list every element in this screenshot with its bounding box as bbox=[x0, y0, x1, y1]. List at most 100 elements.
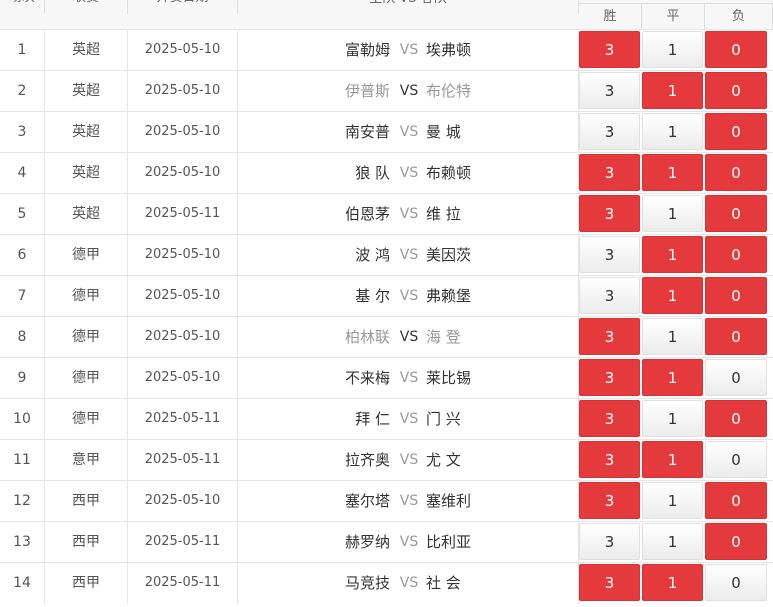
lose-option[interactable]: 0 bbox=[705, 359, 767, 396]
draw-option[interactable]: 1 bbox=[642, 400, 703, 437]
column-divider bbox=[44, 440, 45, 481]
lose-option[interactable]: 0 bbox=[705, 564, 767, 601]
column-divider bbox=[578, 194, 579, 235]
lose-option[interactable]: 0 bbox=[705, 482, 767, 519]
away-team: 社 会 bbox=[426, 574, 461, 592]
draw-option[interactable]: 1 bbox=[642, 523, 703, 560]
header-league: 联赛 bbox=[45, 0, 128, 14]
match-league: 英超 bbox=[72, 206, 100, 222]
match-league: 德甲 bbox=[72, 247, 100, 263]
column-divider bbox=[44, 276, 45, 317]
draw-option[interactable]: 1 bbox=[642, 195, 703, 232]
draw-option[interactable]: 1 bbox=[642, 564, 703, 601]
draw-option[interactable]: 1 bbox=[642, 277, 703, 314]
home-team: 马竞技 bbox=[344, 574, 390, 592]
win-option[interactable]: 3 bbox=[579, 72, 640, 109]
win-option[interactable]: 3 bbox=[579, 482, 640, 519]
vs-label: VS bbox=[399, 247, 419, 263]
draw-option[interactable]: 1 bbox=[642, 113, 703, 150]
match-row: 4 英超 2025-05-10 狼 队 VS 布赖顿 3 1 0 bbox=[0, 152, 773, 194]
lose-option[interactable]: 0 bbox=[705, 400, 767, 437]
match-league: 西甲 bbox=[72, 493, 100, 509]
column-divider bbox=[127, 194, 128, 235]
draw-option[interactable]: 1 bbox=[642, 359, 703, 396]
column-divider bbox=[127, 563, 128, 604]
match-league: 西甲 bbox=[72, 534, 100, 550]
column-divider bbox=[127, 399, 128, 440]
column-divider bbox=[578, 30, 579, 71]
win-option[interactable]: 3 bbox=[579, 441, 640, 478]
header-match: 主队 VS 客队 bbox=[238, 0, 579, 14]
column-divider bbox=[44, 194, 45, 235]
match-row: 2 英超 2025-05-10 伊普斯 VS 布伦特 3 1 0 bbox=[0, 70, 773, 112]
column-divider bbox=[127, 71, 128, 112]
header-index: 场次 bbox=[0, 0, 45, 14]
home-team: 柏林联 bbox=[344, 328, 390, 346]
match-date: 2025-05-10 bbox=[144, 493, 221, 508]
draw-option[interactable]: 1 bbox=[642, 236, 703, 273]
win-option[interactable]: 3 bbox=[579, 400, 640, 437]
lose-option[interactable]: 0 bbox=[705, 72, 767, 109]
column-divider bbox=[237, 30, 238, 71]
draw-option[interactable]: 1 bbox=[642, 154, 703, 191]
draw-option[interactable]: 1 bbox=[642, 482, 703, 519]
match-league: 英超 bbox=[72, 165, 100, 181]
match-row: 5 英超 2025-05-11 伯恩茅 VS 维 拉 310 bbox=[0, 193, 773, 235]
header-win: 胜 bbox=[579, 3, 642, 30]
win-option[interactable]: 3 bbox=[579, 277, 640, 314]
win-option[interactable]: 3 bbox=[579, 31, 640, 68]
match-index: 12 bbox=[13, 493, 31, 509]
column-divider bbox=[44, 71, 45, 112]
draw-option[interactable]: 1 bbox=[642, 72, 703, 109]
win-option[interactable]: 3 bbox=[579, 195, 640, 232]
match-date: 2025-05-11 bbox=[144, 452, 221, 467]
win-option[interactable]: 3 bbox=[579, 359, 640, 396]
header-date: 开赛日期 bbox=[128, 0, 238, 14]
column-divider bbox=[44, 481, 45, 522]
match-index: 9 bbox=[17, 370, 27, 386]
match-date: 2025-05-11 bbox=[144, 575, 221, 590]
lose-option[interactable]: 0 bbox=[705, 523, 767, 560]
table-header: 场次 联赛 开赛日期 主队 VS 客队 胜 平 负 bbox=[0, 0, 773, 30]
home-team: 伊普斯 bbox=[344, 82, 390, 100]
vs-label: VS bbox=[399, 452, 419, 468]
vs-label: VS bbox=[399, 288, 419, 304]
match-index: 3 bbox=[17, 124, 27, 140]
match-row: 9 德甲 2025-05-10 不来梅 VS 莱比锡 3 1 0 bbox=[0, 357, 773, 399]
win-option[interactable]: 3 bbox=[579, 523, 640, 560]
column-divider bbox=[237, 481, 238, 522]
match-index: 7 bbox=[17, 288, 27, 304]
lose-option[interactable]: 0 bbox=[705, 113, 767, 150]
column-divider bbox=[578, 563, 579, 604]
column-divider bbox=[578, 276, 579, 317]
header-draw: 平 bbox=[642, 3, 705, 30]
column-divider bbox=[44, 235, 45, 276]
win-option[interactable]: 3 bbox=[579, 236, 640, 273]
win-option[interactable]: 3 bbox=[579, 154, 640, 191]
draw-option[interactable]: 1 bbox=[642, 441, 703, 478]
lose-option[interactable]: 0 bbox=[705, 441, 767, 478]
away-team: 布伦特 bbox=[426, 82, 472, 100]
away-team: 埃弗顿 bbox=[426, 41, 472, 59]
column-divider bbox=[237, 399, 238, 440]
home-team: 不来梅 bbox=[344, 369, 390, 387]
lose-option[interactable]: 0 bbox=[705, 277, 767, 314]
win-option[interactable]: 3 bbox=[579, 318, 640, 355]
lose-option[interactable]: 0 bbox=[705, 236, 767, 273]
lose-option[interactable]: 0 bbox=[705, 154, 767, 191]
column-divider bbox=[578, 440, 579, 481]
lose-option[interactable]: 0 bbox=[705, 31, 767, 68]
draw-option[interactable]: 1 bbox=[642, 31, 703, 68]
column-divider bbox=[127, 440, 128, 481]
win-option[interactable]: 3 bbox=[579, 564, 640, 601]
home-team: 基 尔 bbox=[355, 287, 390, 305]
win-option[interactable]: 3 bbox=[579, 113, 640, 150]
lose-option[interactable]: 0 bbox=[705, 195, 767, 232]
match-date: 2025-05-10 bbox=[144, 247, 221, 262]
column-divider bbox=[44, 399, 45, 440]
lose-option[interactable]: 0 bbox=[705, 318, 767, 355]
match-league: 德甲 bbox=[72, 411, 100, 427]
column-divider bbox=[44, 317, 45, 358]
column-divider bbox=[44, 358, 45, 399]
draw-option[interactable]: 1 bbox=[642, 318, 703, 355]
